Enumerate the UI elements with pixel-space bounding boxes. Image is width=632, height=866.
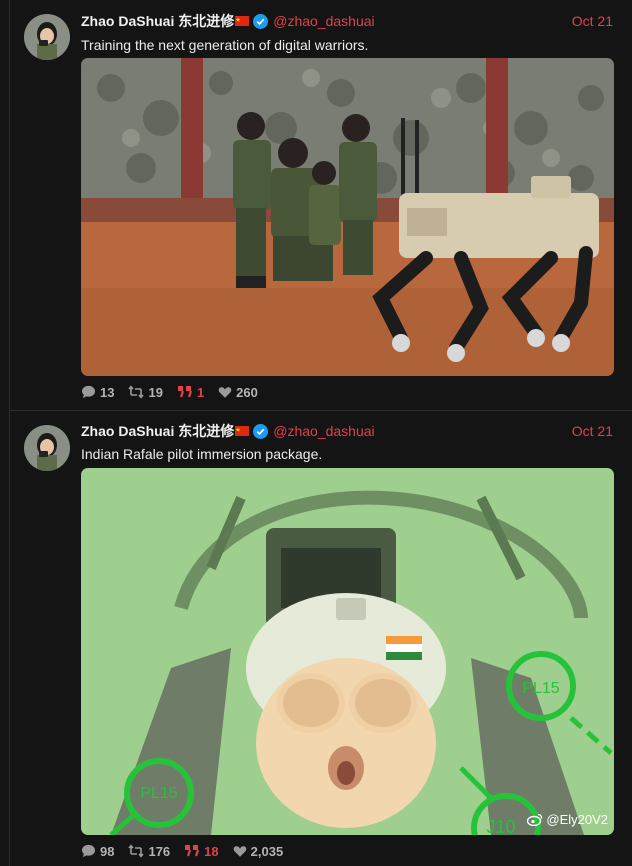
kids-with-robot-dog-photo[interactable]	[81, 58, 614, 376]
repost-button[interactable]: 176	[128, 844, 170, 859]
quote-icon	[185, 845, 200, 857]
comment-icon	[81, 844, 96, 858]
post-actions: 13 19 1 260	[81, 383, 272, 401]
like-button[interactable]: 260	[218, 385, 258, 400]
comment-icon	[81, 385, 96, 399]
avatar[interactable]	[24, 14, 70, 60]
repost-count: 19	[148, 384, 163, 400]
verified-badge-icon	[253, 423, 269, 439]
heart-icon	[233, 845, 246, 857]
like-count: 2,035	[250, 843, 284, 859]
weibo-icon	[527, 813, 543, 826]
post-text: Training the next generation of digital …	[81, 37, 369, 53]
verified-badge-icon	[253, 13, 269, 29]
quote-icon	[177, 386, 192, 398]
hud-label-j10: J10	[486, 817, 515, 835]
avatar[interactable]	[24, 425, 70, 471]
like-button[interactable]: 2,035	[233, 843, 284, 859]
feed: Zhao DaShuai 东北进修 @zhao_dashuai Oct 21 T…	[0, 0, 632, 866]
author-row: Zhao DaShuai 东北进修 @zhao_dashuai	[81, 421, 375, 441]
reply-button[interactable]: 13	[81, 385, 114, 400]
hud-label-pl15-left: PL15	[140, 785, 177, 802]
post-2[interactable]: Zhao DaShuai 东北进修 @zhao_dashuai Oct 21 I…	[10, 411, 632, 866]
post-1[interactable]: Zhao DaShuai 东北进修 @zhao_dashuai Oct 21 T…	[10, 0, 632, 410]
repost-count: 176	[148, 843, 171, 859]
reply-count: 98	[100, 843, 115, 859]
repost-icon	[128, 385, 145, 399]
post-date[interactable]: Oct 21	[572, 11, 613, 31]
reply-button[interactable]: 98	[81, 844, 114, 859]
display-name[interactable]: Zhao DaShuai 东北进修	[81, 421, 234, 441]
author-handle[interactable]: @zhao_dashuai	[273, 421, 374, 441]
author-handle[interactable]: @zhao_dashuai	[273, 11, 374, 31]
quote-count: 1	[196, 384, 205, 400]
hud-label-pl15-right: PL15	[522, 680, 559, 697]
like-count: 260	[236, 384, 258, 400]
heart-icon	[218, 386, 232, 398]
quote-count: 18	[204, 843, 219, 859]
watermark-text: @Ely20V2	[546, 812, 608, 827]
repost-button[interactable]: 19	[128, 384, 163, 400]
post-text: Indian Rafale pilot immersion package.	[81, 446, 323, 462]
cat-pilot-cockpit-photo[interactable]: PL15 PL15 J10 @Ely20V2	[81, 468, 614, 835]
quote-button[interactable]: 18	[184, 843, 219, 859]
reply-count: 13	[100, 384, 115, 400]
repost-icon	[128, 844, 145, 858]
post-actions: 98 176 18 2,035	[81, 842, 297, 860]
post-date[interactable]: Oct 21	[572, 421, 613, 441]
quote-button[interactable]: 1	[177, 385, 204, 400]
author-row: Zhao DaShuai 东北进修 @zhao_dashuai	[81, 11, 375, 31]
display-name[interactable]: Zhao DaShuai 东北进修	[81, 11, 234, 31]
image-watermark: @Ely20V2	[527, 812, 608, 827]
china-flag-icon	[235, 421, 250, 441]
china-flag-icon	[235, 11, 250, 31]
